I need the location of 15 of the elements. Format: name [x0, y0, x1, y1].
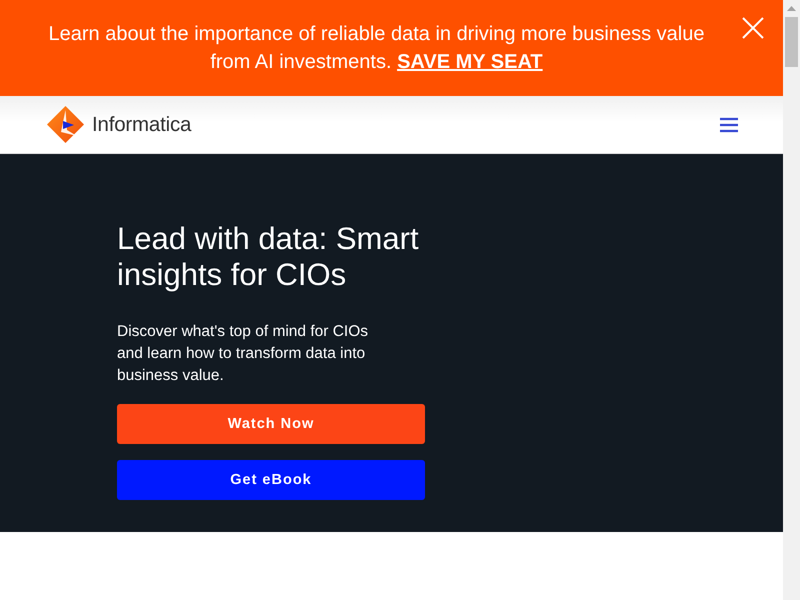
get-ebook-button[interactable]: Get eBook: [117, 460, 425, 500]
brand-name: Informatica: [92, 112, 192, 136]
close-button[interactable]: [741, 16, 765, 40]
banner-message: Learn about the importance of reliable data in driving more business value from AI investments. SAVE MY SEAT: [48, 22, 706, 75]
menu-icon: [719, 116, 739, 132]
close-icon: [741, 16, 765, 40]
watch-now-button[interactable]: Watch Now: [117, 404, 425, 444]
scrollbar-track[interactable]: [783, 0, 800, 600]
menu-button[interactable]: [719, 116, 739, 132]
hero-title: Lead with data: Smart insights for CIOs: [117, 221, 420, 293]
save-my-seat-link[interactable]: SAVE MY SEAT: [397, 51, 543, 73]
logo-icon: [47, 106, 84, 143]
scrollbar-thumb[interactable]: [785, 17, 798, 67]
scroll-up-icon[interactable]: [787, 6, 796, 11]
hero-description: Discover what's top of mind for CIOs and learn how to transform data into business value.: [117, 322, 370, 386]
